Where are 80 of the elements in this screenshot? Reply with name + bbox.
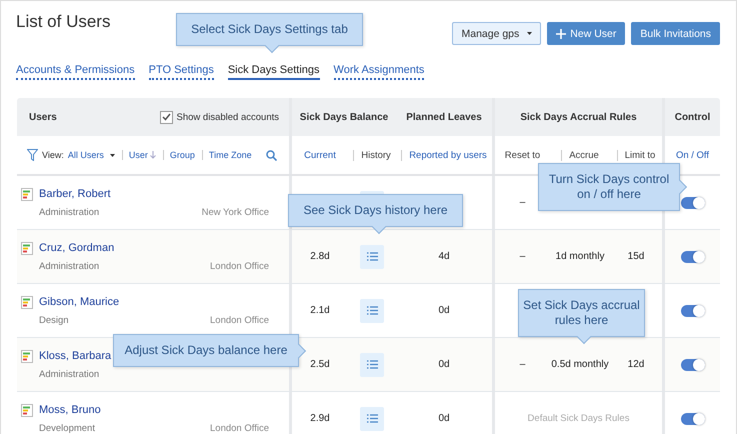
list-icon xyxy=(366,306,378,315)
toggle-switch[interactable] xyxy=(680,196,704,208)
planned-leaves-value: 0d xyxy=(438,413,450,424)
column-header: Accrue xyxy=(561,150,599,160)
toggle-switch[interactable] xyxy=(680,304,704,316)
tab[interactable]: PTO Settings xyxy=(148,64,214,80)
column-header[interactable]: On / Off xyxy=(676,150,710,160)
column-header: Reset to xyxy=(504,150,540,160)
column-group-header: Control xyxy=(674,112,710,122)
list-icon xyxy=(366,414,378,423)
down-arrow-icon xyxy=(150,151,156,159)
balance-value[interactable]: 2.5d xyxy=(310,359,330,370)
office-text: London Office xyxy=(210,260,269,272)
history-button[interactable] xyxy=(360,244,384,268)
column-header: Limit to xyxy=(616,150,656,160)
bar-chart-icon xyxy=(21,242,33,254)
planned-leaves-value: 0d xyxy=(438,305,450,316)
user-name-link[interactable]: Kloss, Barbara xyxy=(39,350,112,362)
plus-icon xyxy=(556,28,566,38)
user-name-link[interactable]: Moss, Bruno xyxy=(39,404,101,416)
tab[interactable]: Work Assignments xyxy=(334,64,424,80)
office-text: London Office xyxy=(210,422,269,434)
column-group-header: Planned Leaves xyxy=(406,112,482,122)
sort-link[interactable]: Group xyxy=(162,150,195,160)
column-group-header: Sick Days Accrual Rules xyxy=(520,112,637,122)
new-user-button[interactable]: New User xyxy=(547,22,626,45)
caret-icon xyxy=(527,32,532,35)
sort-link[interactable]: Time Zone xyxy=(202,150,252,160)
view-label: View: xyxy=(42,150,64,160)
bar-chart-icon xyxy=(21,296,33,308)
balance-value[interactable]: 2.9d xyxy=(310,413,330,424)
checkbox-label: Show disabled accounts xyxy=(176,112,279,122)
accrue-value: 0.5d monthly xyxy=(551,359,609,370)
planned-leaves-value: 4d xyxy=(438,251,450,262)
office-text: London Office xyxy=(210,314,269,326)
planned-leaves-value: 0d xyxy=(438,359,450,370)
reset-value: – xyxy=(520,251,526,262)
balance-value[interactable]: 2.8d xyxy=(310,251,330,262)
reset-value: – xyxy=(520,359,526,370)
department-text: Administration xyxy=(39,260,100,272)
caret-icon xyxy=(110,154,115,156)
column-header[interactable]: Current xyxy=(304,150,336,160)
accrue-value: 1d monthly xyxy=(556,251,604,262)
toggle-switch[interactable] xyxy=(680,250,704,262)
manage-groups-button[interactable]: Manage gps xyxy=(452,22,542,45)
department-text: Development xyxy=(39,422,95,434)
user-name-link[interactable]: Barber, Robert xyxy=(39,188,111,200)
page-title: List of Users xyxy=(16,12,110,33)
tab[interactable]: Accounts & Permissions xyxy=(16,64,135,80)
balance-value[interactable]: 2.1d xyxy=(310,305,330,316)
history-button[interactable] xyxy=(360,298,384,322)
bar-chart-icon xyxy=(21,404,33,416)
toggle-switch[interactable] xyxy=(680,412,704,424)
bar-chart-icon xyxy=(21,188,33,200)
tab[interactable]: Sick Days Settings xyxy=(228,64,320,80)
view-dropdown[interactable]: All Users xyxy=(68,150,115,160)
sort-link[interactable]: User xyxy=(122,150,156,160)
department-text: Design xyxy=(39,314,69,326)
search-icon[interactable] xyxy=(266,150,277,160)
user-name-link[interactable]: Cruz, Gordman xyxy=(39,242,114,254)
reset-value: – xyxy=(520,197,526,208)
department-text: Administration xyxy=(39,206,100,218)
bulk-invitations-button[interactable]: Bulk Invitations xyxy=(631,22,720,45)
column-header[interactable]: Reported by users xyxy=(401,150,487,160)
history-button[interactable] xyxy=(360,406,384,430)
toggle-switch[interactable] xyxy=(680,358,704,370)
office-text: New York Office xyxy=(202,206,269,218)
limit-value: 15d xyxy=(628,251,644,262)
history-button[interactable] xyxy=(360,352,384,376)
column-group-header: Sick Days Balance xyxy=(300,112,388,122)
column-header: Users xyxy=(29,112,57,122)
limit-value: 12d xyxy=(628,359,644,370)
department-text: Administration xyxy=(39,368,100,380)
user-name-link[interactable]: Gibson, Maurice xyxy=(39,296,120,308)
column-header: History xyxy=(353,150,391,160)
list-icon xyxy=(366,252,378,261)
checkbox[interactable] xyxy=(160,110,173,124)
bar-chart-icon xyxy=(21,350,33,362)
list-icon xyxy=(366,360,378,369)
filter-icon[interactable] xyxy=(27,149,38,161)
